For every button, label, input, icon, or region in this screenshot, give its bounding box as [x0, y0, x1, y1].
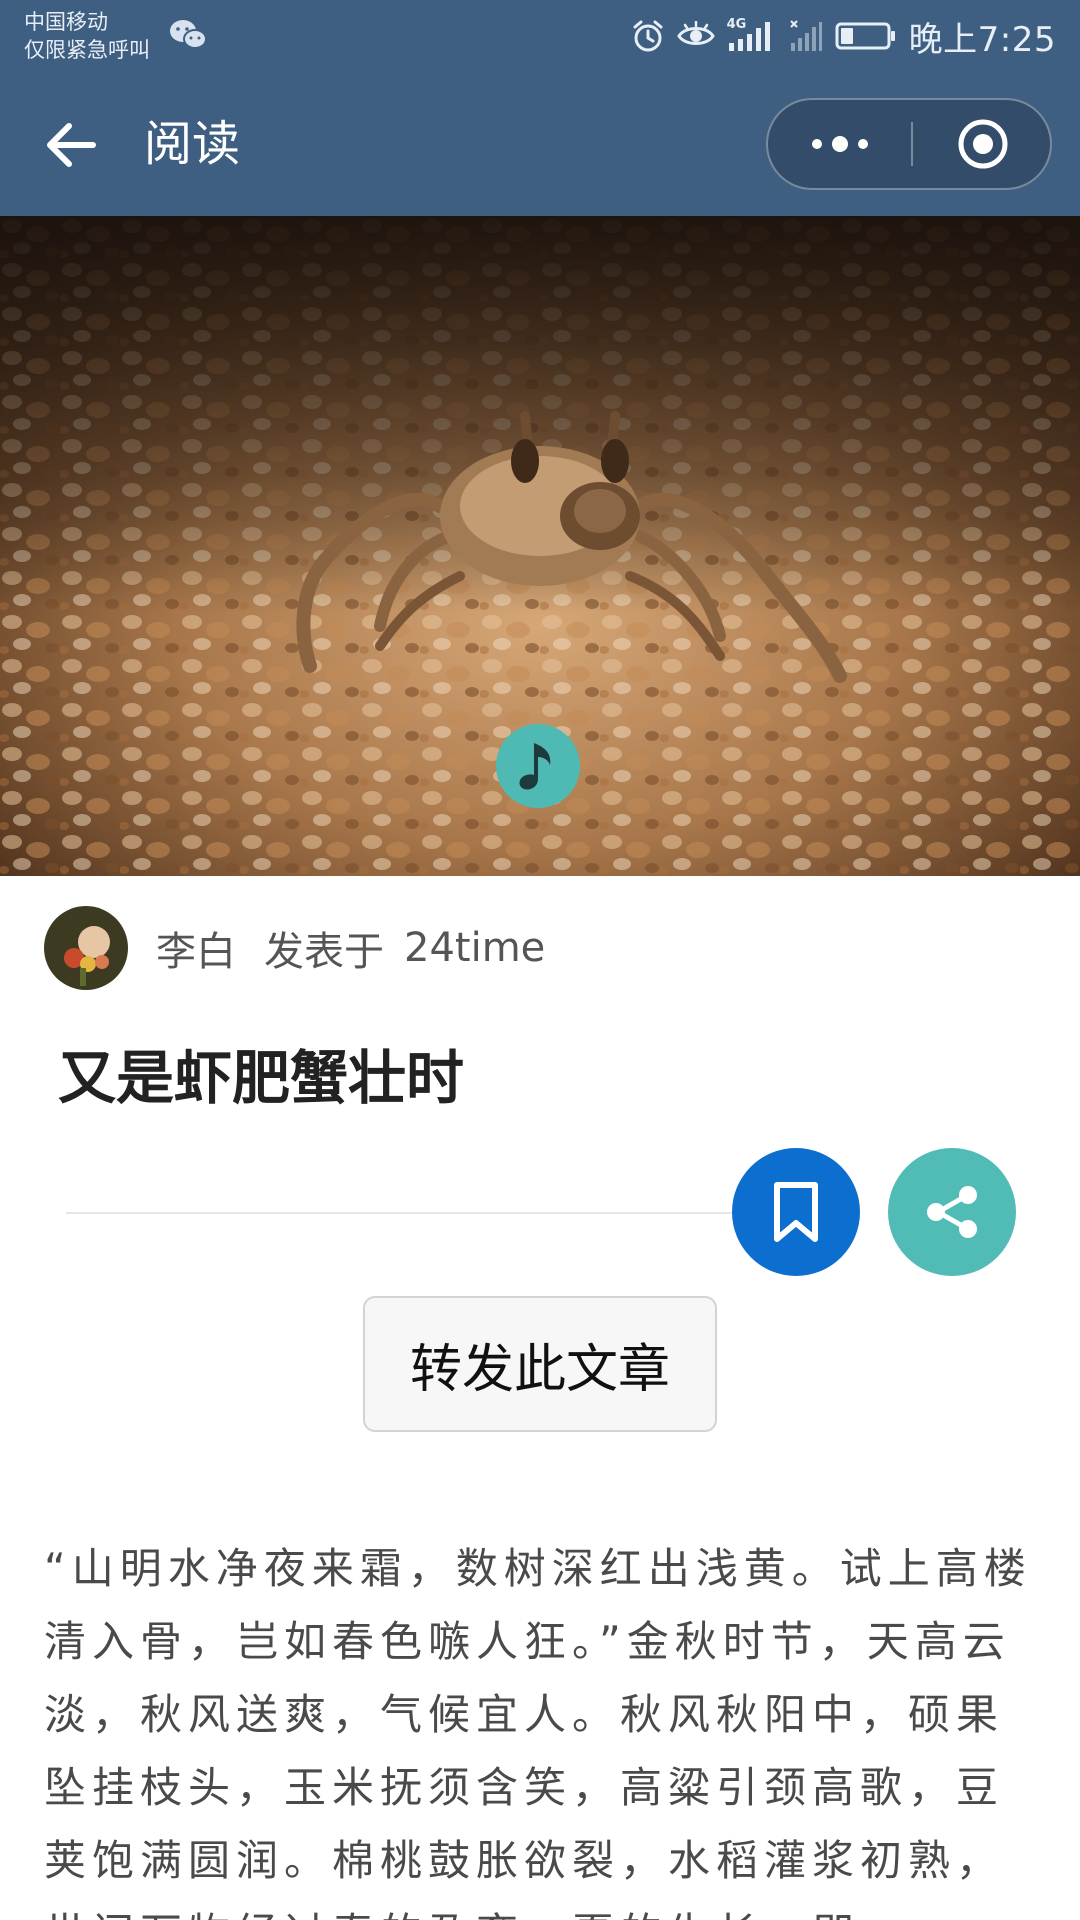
- nav-bar: 阅读: [0, 72, 1080, 216]
- carrier-name: 中国移动: [24, 10, 108, 34]
- signal-4g: 4G: [727, 17, 777, 53]
- bookmark-icon: [774, 1182, 818, 1242]
- close-target-icon: [958, 119, 1007, 169]
- back-button[interactable]: [36, 110, 106, 180]
- author-name[interactable]: 李白: [156, 919, 236, 977]
- close-mini-program-button[interactable]: [913, 100, 1052, 188]
- article-body: “山明水净夜来霜，数树深红出浅黄。试上高楼清入骨，岂如春色嗾人狂。”金秋时节，天…: [44, 1544, 1032, 1920]
- author-avatar[interactable]: [44, 906, 128, 990]
- signal-no-sim-icon: [789, 20, 822, 51]
- alarm-icon: [633, 20, 663, 52]
- carrier-info: 中国移动 仅限紧急呼叫: [24, 8, 150, 64]
- mini-program-capsule: [766, 98, 1052, 190]
- music-toggle-button[interactable]: [496, 724, 580, 808]
- signal-strength-icon: [728, 22, 770, 51]
- arrow-left-icon: [47, 123, 96, 167]
- clock-time: 晚上7:25: [908, 19, 1056, 60]
- music-note-icon: [519, 743, 551, 790]
- share-icon: [927, 1186, 977, 1238]
- page-title: 阅读: [144, 116, 241, 172]
- status-bar: 中国移动 仅限紧急呼叫 4G 晚上7:25: [0, 0, 1080, 72]
- more-dots-icon: [811, 136, 868, 152]
- status-icons: 4G 晚上7:25: [631, 14, 1056, 60]
- author-row: 李白 发表于 24time: [44, 906, 545, 990]
- bookmark-button[interactable]: [732, 1148, 860, 1276]
- more-button[interactable]: [768, 100, 911, 188]
- hero-image: [0, 216, 1080, 876]
- battery-icon: [835, 22, 895, 50]
- title-divider: [66, 1212, 746, 1214]
- eye-icon: [676, 21, 715, 45]
- reading-page: 中国移动 仅限紧急呼叫 4G 晚上7:25 阅读 李白 发表于 24time 又…: [0, 0, 1080, 1920]
- article-title: 又是虾肥蟹壮时: [58, 1044, 465, 1112]
- emergency-only-text: 仅限紧急呼叫: [24, 38, 150, 62]
- publish-channel[interactable]: 24time: [404, 925, 545, 971]
- forward-article-button[interactable]: 转发此文章: [363, 1296, 717, 1432]
- publish-label: 发表于: [264, 929, 384, 975]
- wechat-icon: [170, 20, 207, 49]
- avatar-image: [44, 906, 128, 990]
- share-button[interactable]: [888, 1148, 1016, 1276]
